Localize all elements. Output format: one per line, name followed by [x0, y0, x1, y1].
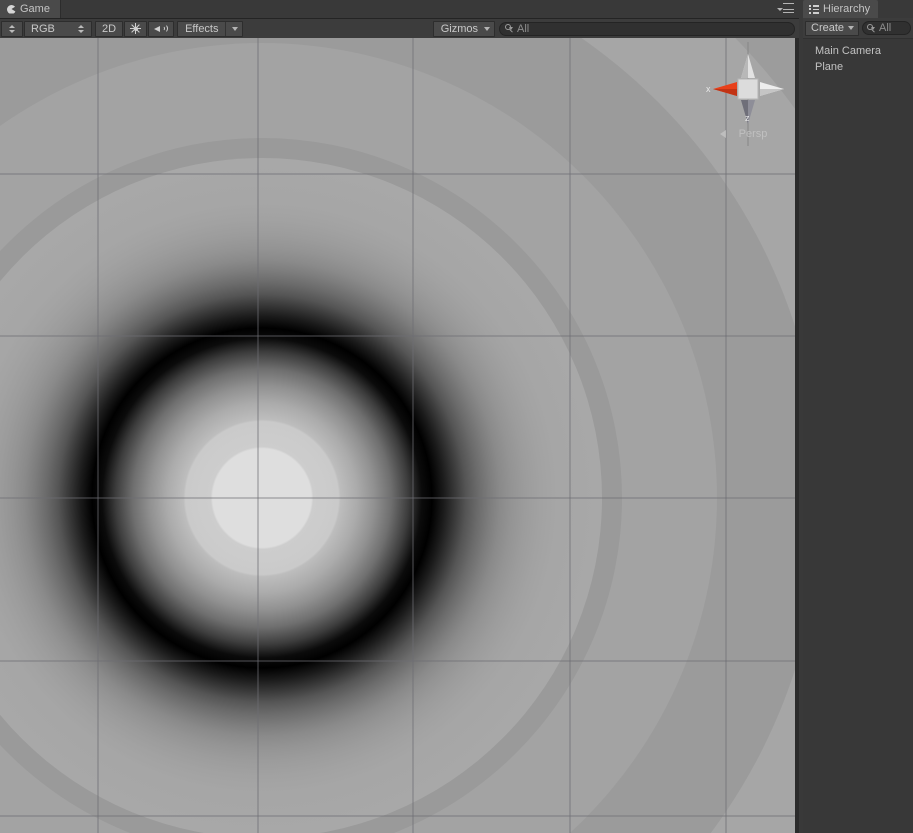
- gizmos-dropdown[interactable]: Gizmos: [432, 20, 495, 37]
- scene-view-gizmo[interactable]: x z Persp: [700, 42, 796, 146]
- gizmo-x-label: x: [706, 84, 711, 94]
- hierarchy-search-input[interactable]: All: [862, 21, 911, 35]
- chevron-down-icon: [231, 26, 238, 31]
- list-item[interactable]: Plane: [803, 59, 913, 75]
- chevron-down-icon: [848, 26, 855, 30]
- updown-stepper-icon: [76, 24, 85, 33]
- hierarchy-panel: Hierarchy Create All Main Camera Plane: [803, 0, 913, 833]
- effects-dropdown[interactable]: Effects: [177, 20, 243, 37]
- tab-game[interactable]: Game: [0, 0, 61, 18]
- mute-audio-icon: [154, 23, 169, 34]
- mute-audio-button[interactable]: [148, 20, 175, 37]
- tab-hierarchy[interactable]: Hierarchy: [803, 0, 879, 18]
- aspect-ratio-dropdown[interactable]: [1, 20, 23, 37]
- hierarchy-list-icon: [809, 4, 819, 14]
- unity-editor-window: Game RGB 2D Effects Gizmos All x z Persp…: [0, 0, 913, 833]
- gizmos-label: Gizmos: [440, 22, 478, 35]
- search-icon: [867, 23, 876, 33]
- game-search-value: All: [517, 22, 530, 35]
- gizmo-z-label: z: [745, 113, 750, 123]
- color-mode-dropdown[interactable]: RGB: [24, 20, 92, 37]
- search-icon: [505, 24, 514, 33]
- create-dropdown-button[interactable]: Create: [805, 20, 860, 36]
- tab-game-label: Game: [20, 3, 50, 15]
- color-mode-label: RGB: [31, 22, 55, 35]
- gizmo-center-cube: [737, 78, 759, 100]
- hierarchy-object-list: Main Camera Plane: [803, 39, 913, 75]
- panel-options-menu-icon[interactable]: [776, 3, 794, 15]
- lighting-toggle-button[interactable]: [124, 20, 148, 37]
- toggle-2d-button[interactable]: 2D: [95, 20, 124, 37]
- game-search-input[interactable]: All: [499, 21, 795, 36]
- game-panel: Game RGB 2D Effects Gizmos All x z Persp: [0, 0, 799, 833]
- game-tabbar: Game: [0, 0, 799, 19]
- hierarchy-toolbar: Create All: [803, 18, 913, 39]
- chevron-down-icon: [484, 26, 490, 31]
- list-item[interactable]: Main Camera: [803, 43, 913, 59]
- game-view-render[interactable]: [0, 38, 795, 833]
- game-view-right-edge: [795, 38, 799, 833]
- effects-label: Effects: [185, 22, 219, 35]
- gizmo-projection-label[interactable]: Persp: [718, 128, 788, 140]
- create-label: Create: [811, 21, 845, 34]
- sun-lighting-icon: [130, 23, 142, 34]
- hierarchy-search-value: All: [879, 22, 892, 34]
- radial-rings-graphic: [0, 38, 795, 833]
- tab-hierarchy-label: Hierarchy: [823, 3, 871, 15]
- hierarchy-tabbar: Hierarchy: [803, 0, 913, 18]
- updown-stepper-icon: [8, 24, 17, 33]
- toggle-2d-label: 2D: [102, 22, 117, 35]
- game-pacman-icon: [7, 4, 16, 14]
- game-toolbar: RGB 2D Effects Gizmos All: [0, 19, 799, 39]
